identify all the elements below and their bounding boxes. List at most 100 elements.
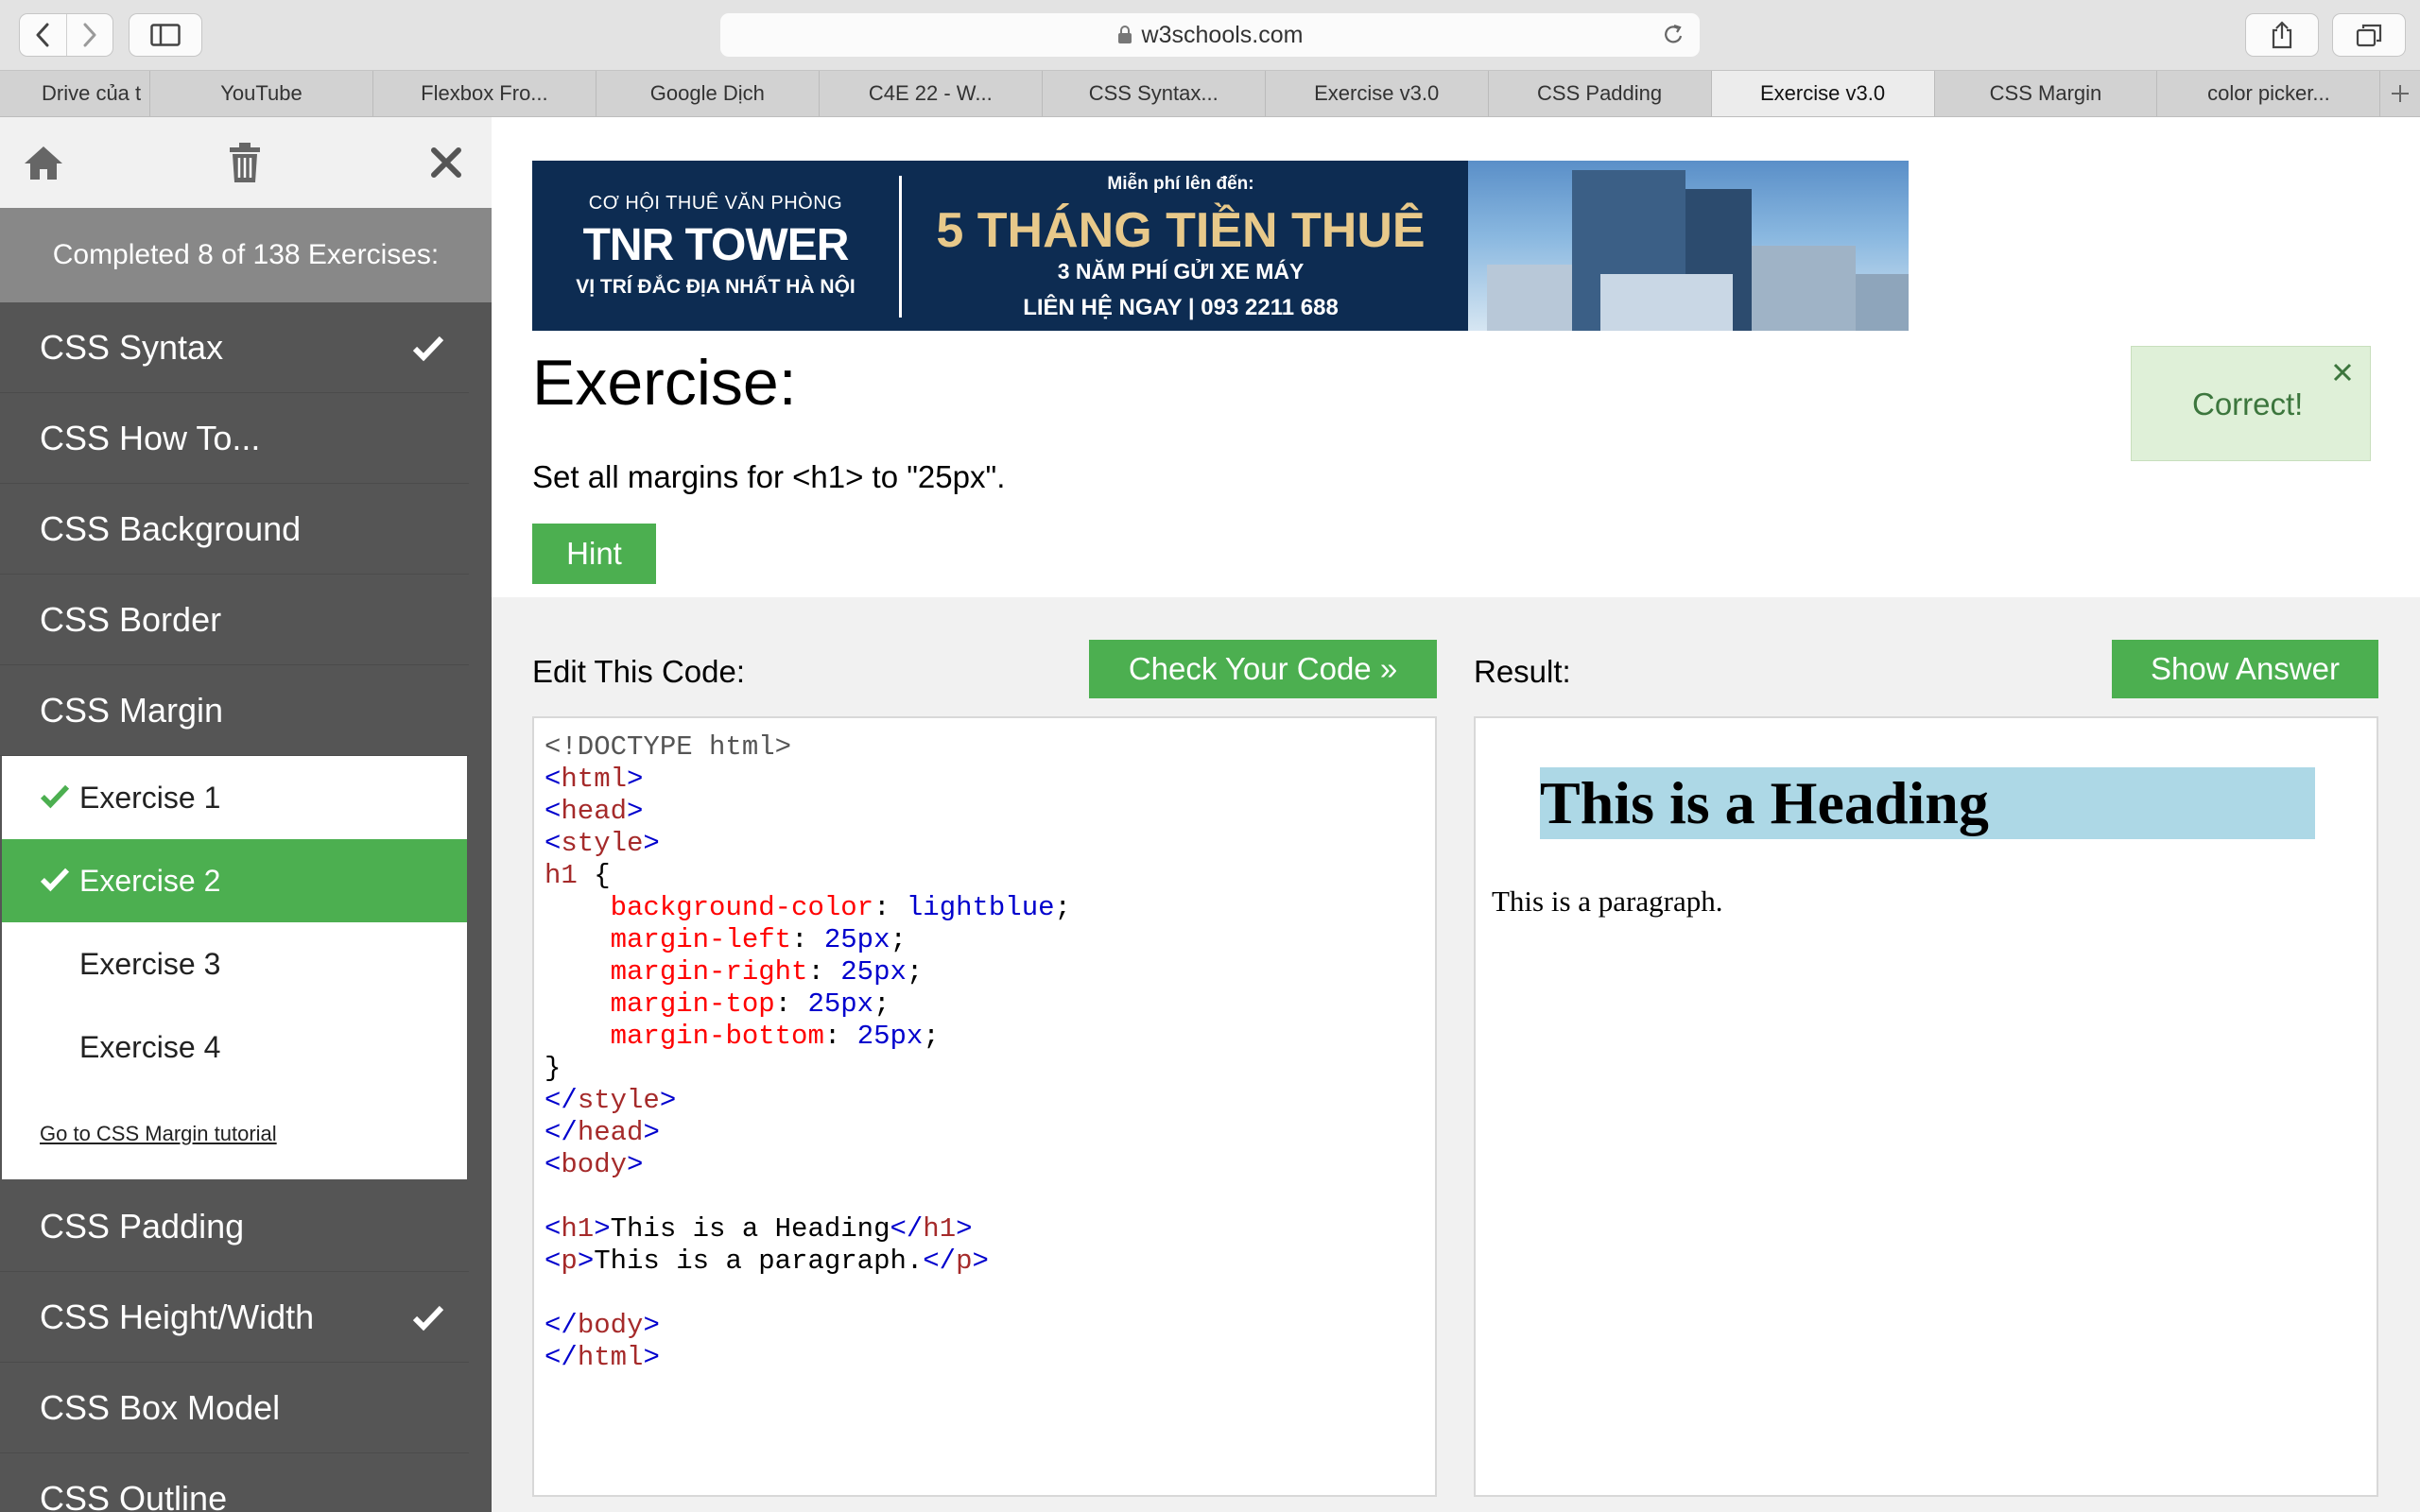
ad-offer-block: Miễn phí lên đến: 5 THÁNG TIỀN THUÊ 3 NĂ… [902,161,1469,331]
trash-button[interactable] [222,140,268,185]
ad-brand-block: CƠ HỘI THUÊ VĂN PHÒNG TNR TOWER VỊ TRÍ Đ… [532,161,899,331]
reload-icon[interactable] [1662,23,1685,47]
tab-bar: Drive của t YouTube Flexbox Fro... Googl… [0,70,2420,117]
menu-item-css-outline[interactable]: CSS Outline [0,1453,469,1512]
code-value: 25px [823,924,890,955]
browser-tab[interactable]: YouTube [150,71,373,116]
exercise-title: Exercise: [532,347,797,419]
check-icon [412,335,444,361]
ad-building-image [1468,161,1909,331]
close-icon[interactable] [2332,362,2353,383]
browser-tab[interactable]: Drive của t [0,71,150,116]
close-sidebar-button[interactable] [424,140,469,185]
progress-text: Completed 8 of 138 Exercises: [0,208,492,302]
building-illustration [1487,170,1909,331]
home-button[interactable] [21,140,66,185]
tab-label: Drive của t [42,81,142,105]
category-menu: CSS Syntax CSS How To... CSS Background … [0,302,469,1512]
menu-item-label: CSS Padding [40,1206,245,1246]
code-value: lightblue [906,892,1055,923]
browser-tab[interactable]: CSS Padding [1489,71,1712,116]
code-doctype: <!DOCTYPE html> [544,731,792,763]
tab-label: CSS Syntax... [1088,81,1219,105]
browser-tab[interactable]: Google Dịch [596,71,820,116]
browser-tab[interactable]: Exercise v3.0 [1266,71,1489,116]
menu-item-css-padding[interactable]: CSS Padding [0,1181,469,1272]
code-property: margin-right [610,956,808,988]
code-value: 25px [807,988,874,1020]
url-text: w3schools.com [1141,21,1304,48]
tab-label: color picker... [2207,81,2330,105]
share-button[interactable] [2245,13,2319,57]
check-code-button[interactable]: Check Your Code » [1089,640,1437,698]
new-tab-button[interactable] [2380,71,2420,116]
browser-toolbar: w3schools.com [0,0,2420,70]
correct-feedback: Correct! [2131,346,2371,461]
ad-text: VỊ TRÍ ĐẮC ĐỊA NHẤT HÀ NỘI [576,276,856,298]
code-property: margin-left [610,924,792,955]
tab-overview-button[interactable] [2332,13,2406,57]
exercise-item-4[interactable]: Exercise 4 [2,1005,467,1089]
menu-item-label: CSS Margin [40,690,224,730]
menu-item-label: CSS Syntax [40,327,224,367]
menu-item-css-background[interactable]: CSS Background [0,484,469,575]
ad-logo-text: TNR TOWER [582,220,850,270]
code-selector: h1 [544,860,578,891]
code-editor[interactable]: <!DOCTYPE html> <html> <head> <style> h1… [532,716,1437,1497]
code-value: 25px [856,1021,924,1052]
sidebar-toolbar [0,117,492,208]
chevron-right-icon [83,23,96,47]
lock-icon [1117,26,1132,43]
exercise-label: Exercise 2 [79,863,221,898]
tabs-icon [2356,24,2382,47]
ad-text: CƠ HỘI THUÊ VĂN PHÒNG [588,193,843,214]
ad-text: 3 NĂM PHÍ GỬI XE MÁY [1057,259,1305,284]
chevron-left-icon [36,23,49,47]
exercise-item-2[interactable]: Exercise 2 [2,839,467,922]
home-icon [25,146,62,180]
feedback-text: Correct! [2192,387,2304,421]
tab-label: Flexbox Fro... [421,81,548,105]
result-label: Result: [1474,654,1571,689]
tab-label: CSS Margin [1989,81,2102,105]
code-h1-text: This is a Heading [610,1213,890,1245]
exercise-label: Exercise 4 [79,1029,221,1064]
menu-item-label: CSS Border [40,599,222,639]
back-button[interactable] [20,14,66,56]
advertisement-banner[interactable]: CƠ HỘI THUÊ VĂN PHÒNG TNR TOWER VỊ TRÍ Đ… [532,161,1909,331]
code-p-text: This is a paragraph. [594,1246,924,1277]
tab-label: Exercise v3.0 [1760,81,1886,105]
code-property: margin-top [610,988,775,1020]
ad-text: Miễn phí lên đến: [1107,174,1254,194]
sidebar-toggle-button[interactable] [129,13,202,57]
margin-exercise-list: Exercise 1 Exercise 2 Exercise 3 Exercis… [0,756,469,1181]
code-property: background-color [610,892,874,923]
forward-button[interactable] [65,14,113,56]
check-icon [40,868,70,892]
plus-icon [2392,85,2410,102]
browser-tab[interactable]: color picker... [2157,71,2381,116]
show-answer-button[interactable]: Show Answer [2112,640,2378,698]
hint-button[interactable]: Hint [532,524,656,584]
browser-tab[interactable]: C4E 22 - W... [820,71,1043,116]
browser-tab[interactable]: CSS Syntax... [1043,71,1266,116]
menu-item-css-box-model[interactable]: CSS Box Model [0,1363,469,1453]
exercise-item-3[interactable]: Exercise 3 [2,922,467,1005]
exercise-item-1[interactable]: Exercise 1 [2,756,467,839]
menu-item-css-border[interactable]: CSS Border [0,575,469,665]
browser-tab[interactable]: Flexbox Fro... [373,71,596,116]
ad-contact: LIÊN HỆ NGAY | 093 2211 688 [1023,295,1339,320]
menu-item-css-height-width[interactable]: CSS Height/Width [0,1272,469,1363]
menu-item-css-how-to[interactable]: CSS How To... [0,393,469,484]
browser-tab-active[interactable]: Exercise v3.0 [1711,71,1935,116]
menu-item-css-margin[interactable]: CSS Margin [0,665,469,756]
browser-tab[interactable]: CSS Margin [1935,71,2158,116]
check-icon [412,1305,444,1331]
ad-headline: 5 THÁNG TIỀN THUÊ [936,203,1426,258]
history-buttons [19,13,113,57]
address-bar[interactable]: w3schools.com [720,13,1700,57]
code-value: 25px [840,956,907,988]
tutorial-link[interactable]: Go to CSS Margin tutorial [2,1089,467,1179]
edit-code-label: Edit This Code: [532,654,746,689]
menu-item-css-syntax[interactable]: CSS Syntax [0,302,469,393]
